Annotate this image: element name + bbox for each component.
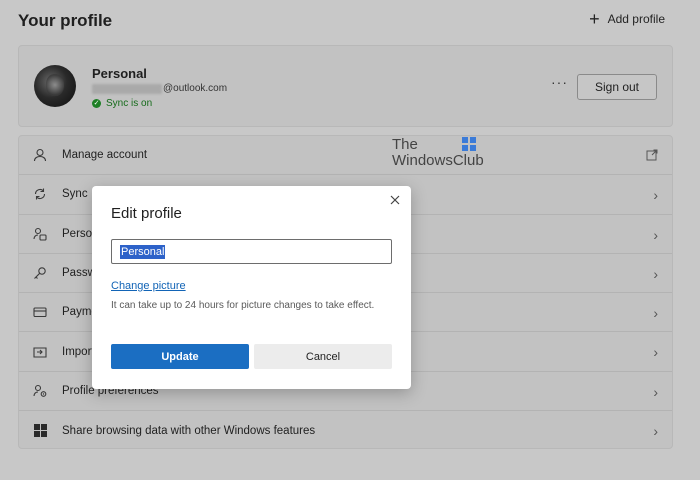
chevron-right-icon: › — [653, 383, 658, 400]
sign-out-button[interactable]: Sign out — [577, 74, 657, 100]
email-redacted — [92, 83, 162, 94]
edit-profile-dialog: Edit profile Personal Change picture It … — [92, 186, 411, 389]
change-picture-link[interactable]: Change picture — [111, 280, 186, 292]
cancel-button[interactable]: Cancel — [254, 344, 392, 369]
settings-item-label: Sync — [62, 188, 88, 201]
key-icon — [32, 265, 48, 281]
profile-name-input[interactable]: Personal — [111, 239, 392, 264]
email-row: @outlook.com — [92, 83, 227, 94]
close-icon[interactable] — [388, 193, 402, 207]
avatar — [34, 65, 76, 107]
settings-item-label: Import — [62, 345, 95, 358]
page-header: Your profile + Add profile — [0, 0, 700, 44]
chevron-right-icon: › — [653, 187, 658, 204]
watermark-line1: The — [392, 137, 484, 153]
windows-icon — [32, 423, 48, 439]
chevron-right-icon: › — [653, 265, 658, 282]
person-icon — [32, 147, 48, 163]
update-button[interactable]: Update — [111, 344, 249, 369]
sync-status-label: Sync is on — [106, 98, 153, 109]
settings-item-label: Manage account — [62, 149, 148, 162]
watermark-line2: WindowsClub — [392, 152, 484, 169]
dialog-title: Edit profile — [111, 205, 182, 222]
watermark-the: The — [392, 136, 418, 153]
profile-card: Personal @outlook.com ✓ Sync is on ··· S… — [18, 45, 673, 127]
profile-name-input-value: Personal — [120, 244, 166, 259]
chevron-right-icon: › — [653, 344, 658, 361]
people-settings-icon — [32, 383, 48, 399]
plus-icon: + — [589, 9, 600, 29]
settings-item-label: Share browsing data with other Windows f… — [62, 424, 316, 437]
settings-item-share-browsing-data[interactable]: Share browsing data with other Windows f… — [19, 411, 672, 448]
watermark: The WindowsClub — [392, 137, 484, 169]
chevron-right-icon: › — [653, 305, 658, 322]
import-icon — [32, 344, 48, 360]
personal-info-icon — [32, 226, 48, 242]
sync-icon — [32, 186, 48, 202]
card-icon — [32, 304, 48, 320]
chevron-right-icon: › — [653, 423, 658, 440]
sync-status: ✓ Sync is on — [92, 98, 152, 109]
email-suffix: @outlook.com — [163, 83, 228, 94]
chevron-right-icon: › — [653, 226, 658, 243]
add-profile-button[interactable]: + Add profile — [589, 9, 665, 29]
check-circle-icon: ✓ — [92, 99, 101, 108]
profile-name: Personal — [92, 66, 147, 81]
settings-item-manage-account[interactable]: Manage account — [19, 136, 672, 176]
picture-change-hint: It can take up to 24 hours for picture c… — [111, 300, 375, 311]
windows-logo-icon — [461, 137, 476, 151]
page-title: Your profile — [18, 11, 113, 30]
add-profile-label: Add profile — [607, 12, 665, 26]
external-link-icon — [646, 148, 658, 164]
more-options-icon[interactable]: ··· — [551, 74, 568, 90]
